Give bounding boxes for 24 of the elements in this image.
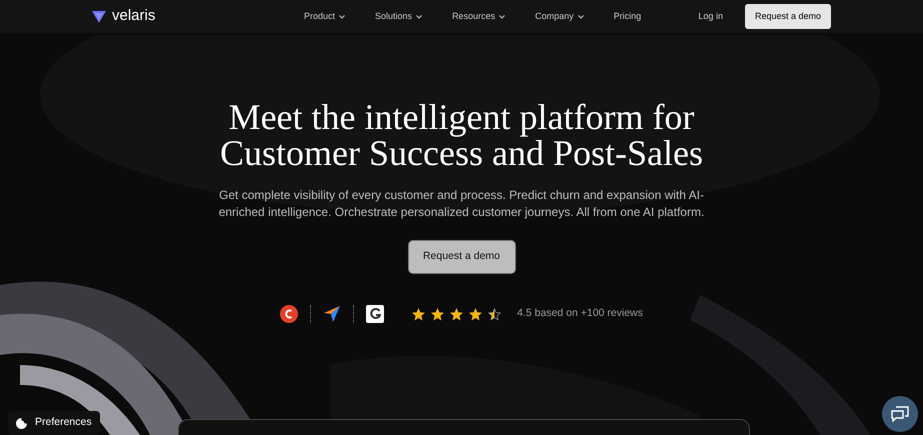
hero-subtitle: Get complete visibility of every customer and process. Predict churn and expansion with AI-enriched intelligence. Orchestrate personalized customer journeys. All from one AI platform. [218, 187, 706, 221]
g-letter-icon [370, 308, 381, 320]
logo-icon [92, 10, 106, 22]
login-link[interactable]: Log in [698, 10, 723, 24]
brand-name: velaris [112, 6, 156, 26]
nav-link[interactable]: Solutions [375, 10, 422, 24]
star-icon [431, 308, 444, 320]
rating-text: 4.5 based on +100 reviews [517, 306, 643, 322]
chat-icon [891, 406, 909, 422]
nav-link[interactable]: Pricing [614, 10, 642, 24]
review-badge-icon [280, 305, 298, 323]
star-icon [450, 308, 464, 320]
paper-plane-icon [323, 305, 342, 323]
preferences-button[interactable]: Preferences [8, 411, 100, 435]
cookie-icon [16, 418, 27, 428]
star-icon [412, 308, 426, 320]
star-icon [469, 308, 482, 320]
hero-title: Meet the intelligent platform for Customer Success and Post-Sales [220, 99, 703, 171]
star-icon [488, 308, 502, 320]
request-demo-button[interactable]: Request a demo [744, 4, 831, 30]
nav-link[interactable]: Resources [452, 10, 506, 24]
nav-link[interactable]: Company [535, 10, 584, 24]
nav-link[interactable]: Product [304, 10, 346, 24]
request-demo-button[interactable]: Request a demo [408, 241, 514, 273]
